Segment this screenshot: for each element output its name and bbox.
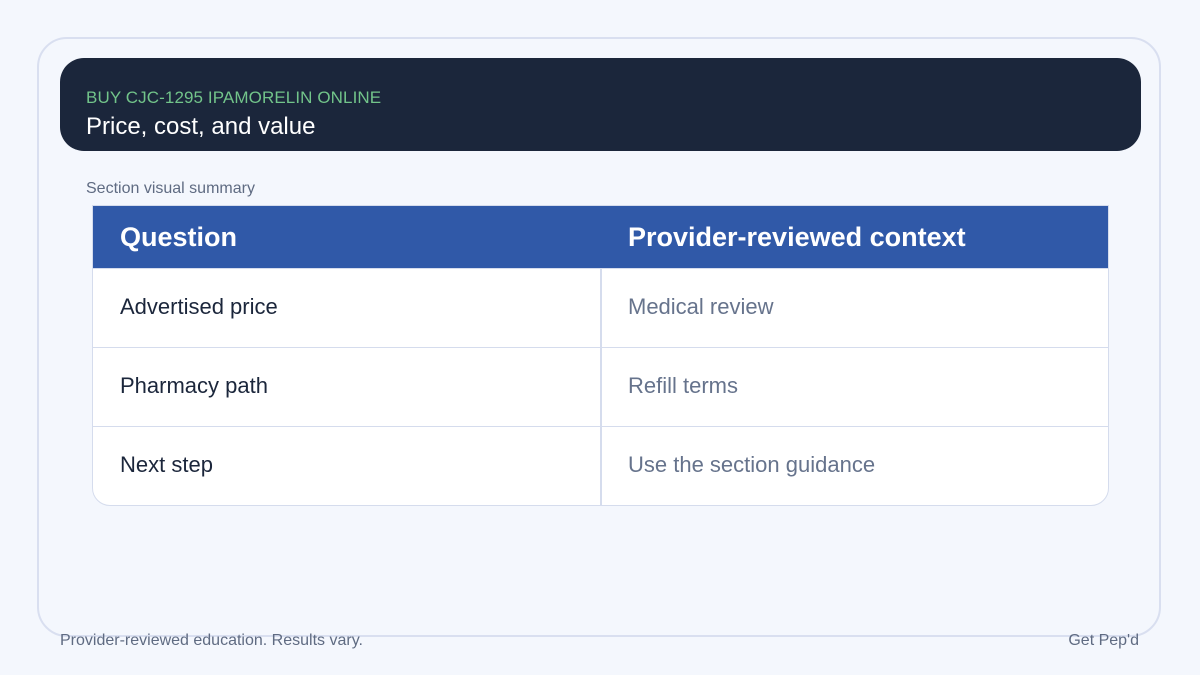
- column-header-question: Question: [120, 222, 238, 252]
- page-title: Price, cost, and value: [86, 113, 316, 140]
- table-cell-question: Pharmacy path: [120, 373, 268, 398]
- header-banner: BUY CJC-1295 IPAMORELIN ONLINE Price, co…: [60, 58, 1141, 151]
- table-cell-context: Use the section guidance: [628, 452, 876, 477]
- column-divider: [600, 268, 602, 505]
- header-eyebrow: BUY CJC-1295 IPAMORELIN ONLINE: [86, 88, 382, 107]
- table-cell-context: Refill terms: [628, 373, 739, 398]
- table-cell-question: Next step: [120, 452, 213, 477]
- column-header-context: Provider-reviewed context: [628, 222, 966, 252]
- footer-brand: Get Pep'd: [1068, 632, 1139, 649]
- summary-table: Question Provider-reviewed context Adver…: [92, 205, 1109, 506]
- table-header: Question Provider-reviewed context: [93, 206, 1108, 268]
- footer-disclaimer: Provider-reviewed education. Results var…: [60, 632, 363, 649]
- table-cell-context: Medical review: [628, 294, 774, 319]
- section-caption: Section visual summary: [86, 180, 255, 197]
- table-cell-question: Advertised price: [120, 294, 278, 319]
